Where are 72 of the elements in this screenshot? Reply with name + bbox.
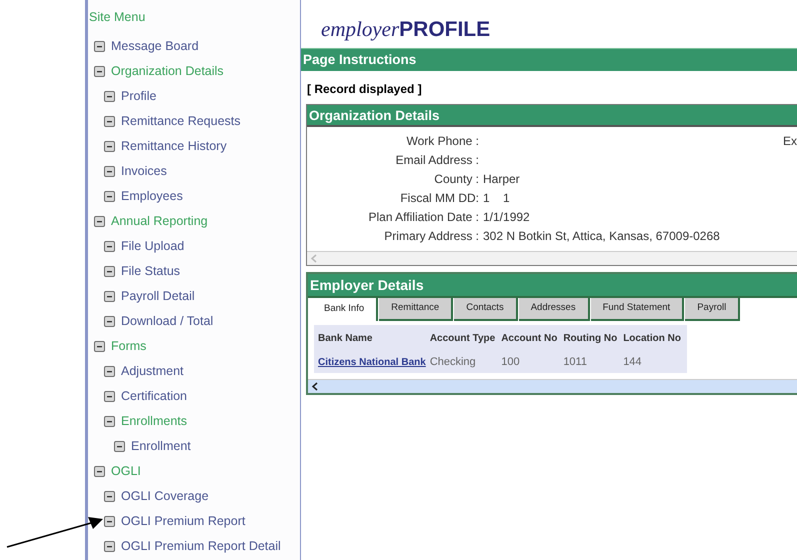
collapse-icon[interactable] — [94, 216, 105, 227]
table-cell-text: 144 — [623, 354, 643, 370]
menu-item[interactable]: Invoices — [121, 162, 167, 181]
menu-item[interactable]: Payroll Detail — [121, 287, 195, 306]
menu-item[interactable]: Remittance Requests — [121, 112, 241, 131]
field-value: 1/1/1992 — [483, 208, 530, 226]
collapse-icon[interactable] — [104, 541, 115, 552]
collapse-icon[interactable] — [94, 466, 105, 477]
panel-header: Organization Details — [307, 105, 797, 127]
menu-item[interactable]: OGLI Coverage — [121, 487, 209, 506]
tab[interactable]: Contacts — [454, 298, 518, 321]
extension-label: Ex — [782, 132, 797, 150]
tab[interactable]: Remittance — [379, 298, 454, 321]
field-label: Work Phone : — [406, 132, 479, 150]
field-label: Plan Affiliation Date : — [367, 208, 479, 226]
section-header: Page Instructions — [301, 48, 797, 71]
menu-item[interactable]: File Upload — [121, 237, 184, 256]
collapse-icon[interactable] — [104, 266, 115, 277]
menu-item[interactable]: File Status — [121, 262, 180, 281]
collapse-icon[interactable] — [94, 341, 105, 352]
status-message: [ Record displayed ] — [306, 81, 423, 98]
menu-item[interactable]: Certification — [121, 387, 187, 406]
column-header: Account Type — [430, 332, 496, 346]
collapse-icon[interactable] — [114, 441, 125, 452]
field-value: 302 N Botkin St, Attica, Kansas, 67009-0268 — [483, 228, 720, 244]
collapse-icon[interactable] — [104, 241, 115, 252]
field-label: County : — [433, 170, 479, 188]
collapse-icon[interactable] — [104, 416, 115, 427]
collapse-icon[interactable] — [104, 141, 115, 152]
collapse-icon[interactable] — [94, 41, 105, 52]
table-cell-text: 1011 — [563, 354, 588, 370]
field-label: Email Address : — [394, 152, 479, 168]
column-header: Location No — [623, 332, 682, 346]
menu-item[interactable]: Download / Total — [121, 312, 214, 331]
collapse-icon[interactable] — [104, 291, 115, 302]
field-value: Harper — [483, 170, 520, 188]
menu-item[interactable]: OGLI Premium Report Detail — [121, 537, 281, 556]
collapse-icon[interactable] — [104, 116, 115, 127]
horizontal-scrollbar[interactable] — [308, 379, 797, 393]
collapse-icon[interactable] — [104, 491, 115, 502]
menu-item[interactable]: Adjustment — [121, 362, 184, 381]
site-menu-title: Site Menu — [88, 9, 146, 26]
collapse-icon[interactable] — [104, 316, 115, 327]
collapse-icon[interactable] — [94, 66, 105, 77]
logo: employerPROFILE — [320, 16, 492, 43]
collapse-icon[interactable] — [104, 166, 115, 177]
menu-item[interactable]: Employees — [121, 187, 183, 206]
collapse-icon[interactable] — [104, 91, 115, 102]
tab[interactable]: Payroll — [685, 298, 740, 321]
panel-header: Employer Details — [308, 274, 797, 296]
column-header: Bank Name — [318, 332, 374, 346]
table-cell-text: Checking — [430, 354, 477, 370]
field-label: Primary Address : — [383, 228, 479, 244]
collapse-icon[interactable] — [104, 391, 115, 402]
bank-link[interactable]: Citizens National Bank — [318, 356, 426, 368]
table-cell-text: 100 — [501, 354, 521, 370]
menu-item[interactable]: Remittance History — [121, 137, 227, 156]
field-value: 1 1 — [483, 190, 510, 206]
menu-item[interactable]: Message Board — [111, 37, 199, 56]
horizontal-scrollbar[interactable] — [307, 251, 797, 265]
scroll-left-icon[interactable] — [311, 382, 319, 391]
collapse-icon[interactable] — [104, 366, 115, 377]
field-label: Fiscal MM DD: — [399, 190, 479, 206]
tab[interactable]: Fund Statement — [590, 298, 684, 321]
column-header: Routing No — [563, 332, 618, 346]
menu-item[interactable]: Profile — [121, 87, 156, 106]
menu-item[interactable]: OGLI Premium Report — [121, 512, 246, 531]
collapse-icon[interactable] — [104, 516, 115, 527]
collapse-icon[interactable] — [104, 191, 115, 202]
menu-item[interactable]: Enrollment — [131, 437, 191, 456]
column-header: Account No — [501, 332, 558, 346]
tab[interactable]: Addresses — [518, 298, 590, 321]
